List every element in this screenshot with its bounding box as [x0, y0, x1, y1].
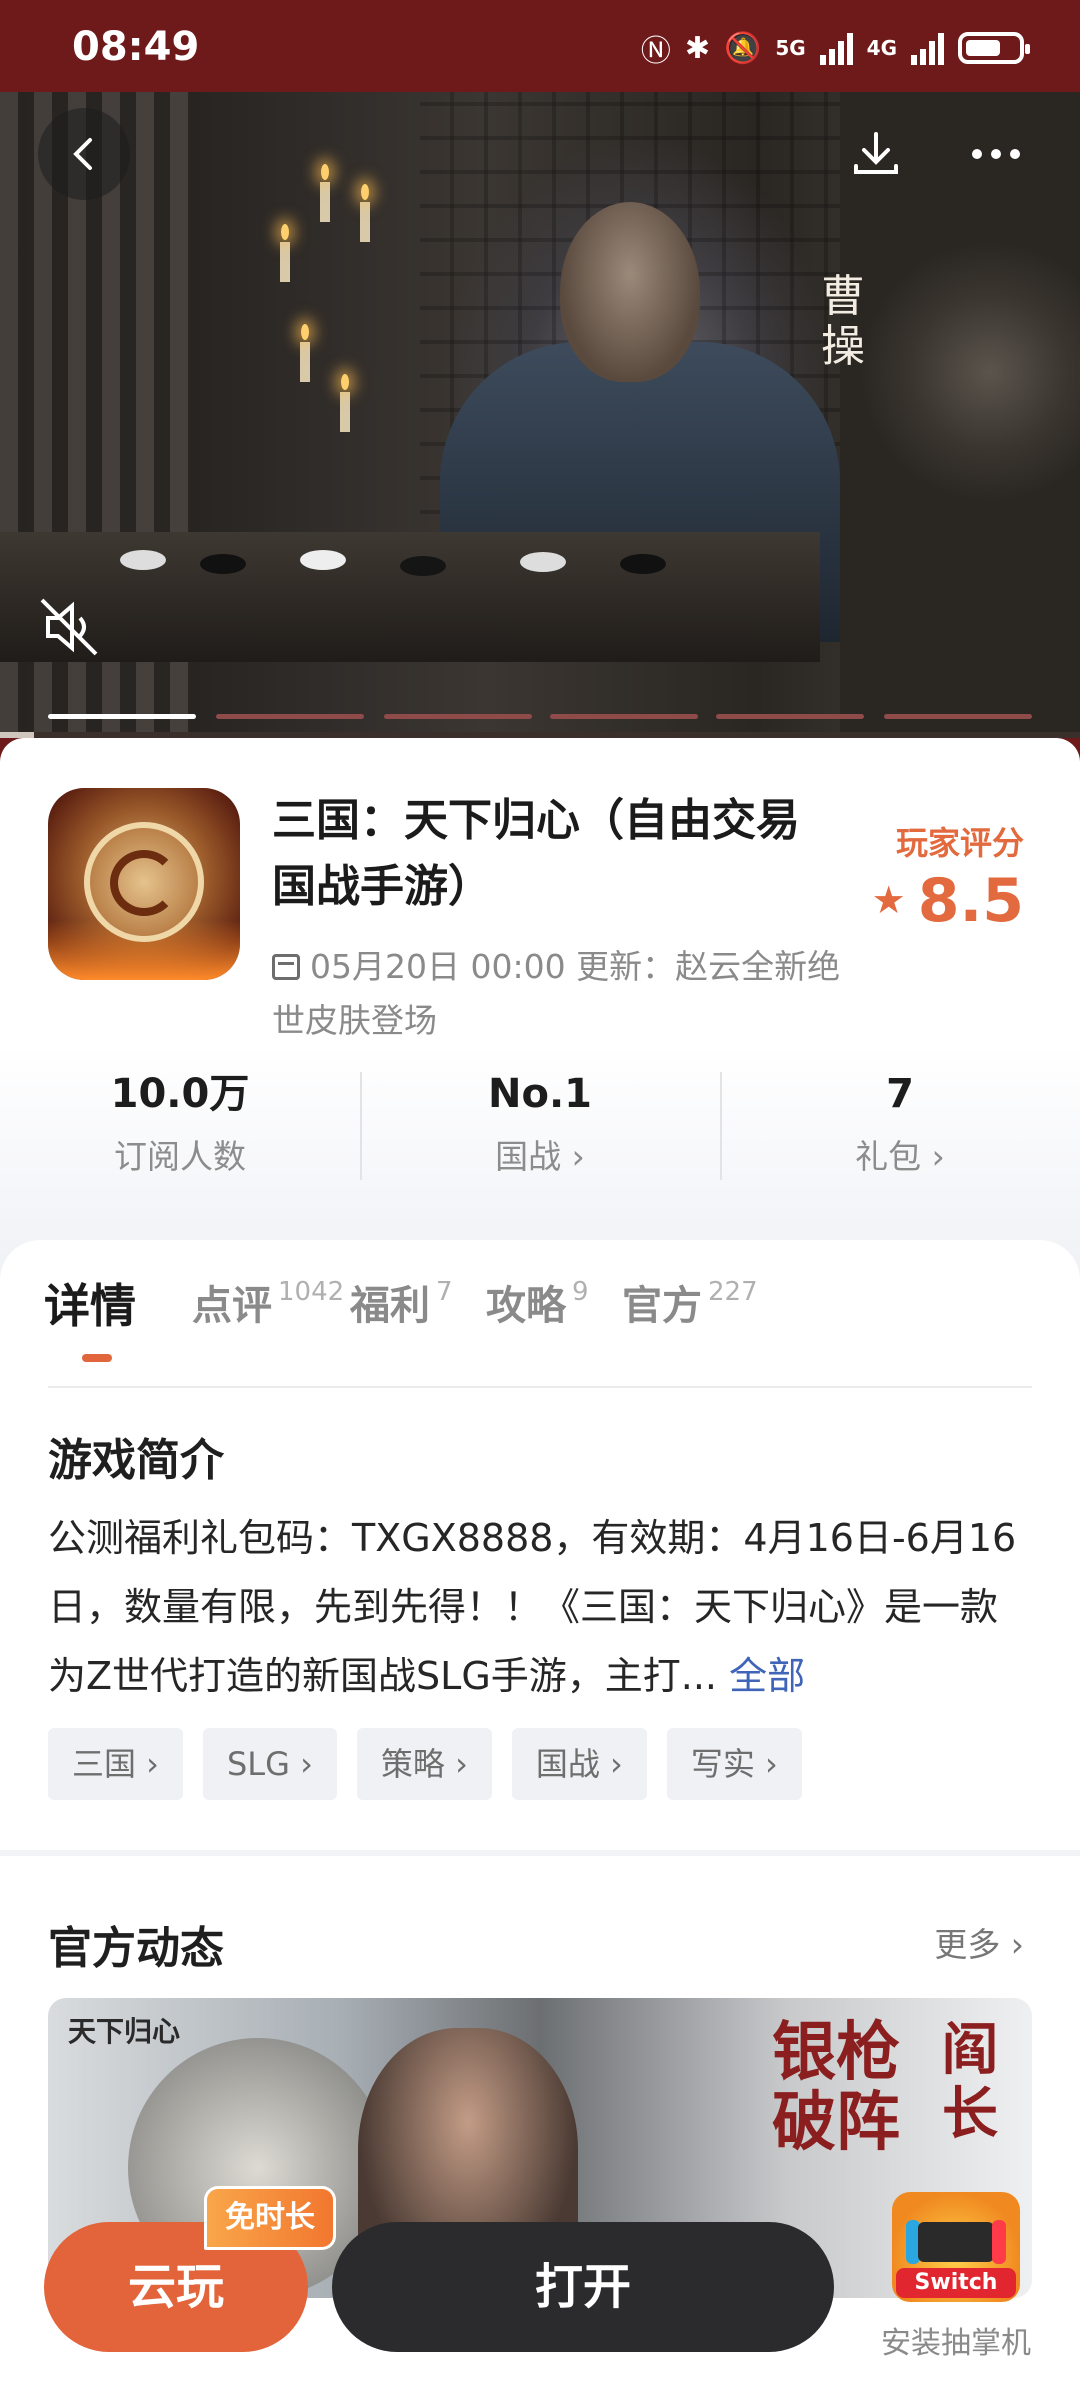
tab-bar: 详情 点评 1042 福利 7 攻略 9 官方 227 [44, 1276, 758, 1362]
back-arrow-icon [73, 138, 92, 170]
tab-welfare[interactable]: 福利 7 [350, 1276, 453, 1336]
candle-icon [320, 164, 330, 222]
more-dots-icon [972, 149, 1020, 159]
go-stone [300, 550, 346, 570]
go-stone [400, 556, 446, 576]
stat-value: No.1 [488, 1071, 592, 1117]
pager-segment-2[interactable] [216, 714, 364, 719]
signal-icon-2 [911, 31, 944, 65]
pager-segment-4[interactable] [550, 714, 698, 719]
calendar-icon [272, 954, 300, 980]
candle-icon [340, 374, 350, 432]
tab-official[interactable]: 官方 227 [622, 1276, 758, 1336]
star-icon: ★ [871, 878, 906, 922]
stat-label: 国战 › [495, 1137, 585, 1176]
signal-icon [819, 31, 853, 65]
official-title: 官方动态 [48, 1923, 224, 1974]
tab-label: 攻略 [486, 1283, 566, 1329]
tag-list: 三国 › SLG › 策略 › 国战 › 写实 › [48, 1728, 802, 1800]
tab-label: 官方 [622, 1283, 702, 1329]
tab-reviews[interactable]: 点评 1042 [192, 1276, 344, 1336]
player-rating[interactable]: 玩家评分 ★ 8.5 [872, 818, 1024, 936]
status-bar: 08:49 Ⓝ ✱ 🔕 5G 4G [0, 0, 1080, 92]
tag-sanguo[interactable]: 三国 › [48, 1728, 183, 1800]
free-duration-badge: 免时长 [204, 2186, 336, 2250]
tab-count: 7 [436, 1277, 453, 1307]
battery-icon [958, 32, 1030, 64]
switch-console-icon: Switch [892, 2192, 1020, 2302]
more-options-button[interactable] [950, 108, 1042, 200]
tab-label: 点评 [192, 1283, 272, 1329]
rating-label: 玩家评分 [895, 824, 1024, 862]
intro-text: 公测福利礼包码：TXGX8888，有效期：4月16日-6月16日，数量有限，先到… [48, 1504, 1032, 1711]
open-button[interactable]: 打开 [332, 2222, 834, 2352]
tab-label: 福利 [350, 1283, 430, 1329]
pager-segment-1[interactable] [48, 714, 196, 719]
banner-side-text: 阎长 [942, 2017, 998, 2147]
detail-panel: 详情 点评 1042 福利 7 攻略 9 官方 227 游戏简介 公测福利礼包码：TXG… [0, 1240, 1080, 1850]
stat-value: 10.0万 [110, 1071, 250, 1117]
go-stone [200, 554, 246, 574]
switch-giveaway-button[interactable]: Switch 安装抽掌机 [876, 2192, 1036, 2362]
switch-caption: 安装抽掌机 [881, 2326, 1031, 2361]
banner-logo: 天下归心 [68, 2015, 181, 2048]
update-info: 05月20日 00:00 更新：赵云全新绝世皮肤登场 [272, 940, 852, 1048]
nfc-icon: Ⓝ [640, 34, 671, 69]
go-stone [520, 552, 566, 572]
official-more-link[interactable]: 更多 › [934, 1918, 1024, 1966]
tag-strategy[interactable]: 策略 › [356, 1728, 492, 1800]
hero-go-board [0, 532, 820, 662]
mute-toggle-button[interactable] [36, 592, 106, 662]
rating-value: 8.5 [917, 866, 1024, 936]
status-time: 08:49 [72, 24, 200, 70]
tag-realistic[interactable]: 写实 › [666, 1728, 802, 1800]
pager-segment-3[interactable] [384, 714, 532, 719]
go-stone [120, 550, 166, 570]
stat-label: 礼包 › [855, 1137, 945, 1176]
tab-count: 9 [572, 1277, 589, 1307]
expand-all-link[interactable]: 全部 [729, 1654, 805, 1698]
status-icons: Ⓝ ✱ 🔕 5G 4G [640, 26, 1030, 70]
app-title: 三国：天下归心（自由交易国战手游） [272, 795, 800, 912]
pager-segment-6[interactable] [884, 714, 1032, 719]
hero-character-head [560, 202, 700, 382]
download-icon [854, 132, 898, 174]
bluetooth-icon: ✱ [684, 30, 710, 66]
go-stone [620, 554, 666, 574]
candle-icon [280, 224, 290, 282]
switch-badge: Switch [896, 2268, 1016, 2298]
stats-row: 10.0万 订阅人数 No.1 国战 › 7 礼包 › [0, 1068, 1080, 1188]
mute-bell-icon: 🔕 [723, 30, 762, 66]
hero-character-label: 曹操 [821, 271, 865, 372]
stat-gift-packs[interactable]: 7 礼包 › [720, 1068, 1080, 1188]
stat-label: 订阅人数 [114, 1137, 246, 1176]
app-icon [48, 788, 240, 980]
tab-label: 详情 [44, 1279, 136, 1333]
back-button[interactable] [38, 108, 130, 200]
tag-slg[interactable]: SLG › [202, 1728, 337, 1800]
pager-segment-5[interactable] [716, 714, 864, 719]
candle-icon [360, 184, 370, 242]
network-4g-label: 4G [866, 36, 897, 60]
stat-value: 7 [886, 1071, 914, 1117]
intro-title: 游戏简介 [48, 1435, 224, 1486]
tab-count: 1042 [278, 1277, 345, 1307]
speaker-muted-icon [40, 598, 98, 656]
intro-body: 公测福利礼包码：TXGX8888，有效期：4月16日-6月16日，数量有限，先到… [48, 1516, 1017, 1698]
stat-subscribers: 10.0万 订阅人数 [0, 1068, 360, 1188]
tab-divider [48, 1386, 1032, 1388]
stat-rank-guozhan[interactable]: No.1 国战 › [360, 1068, 720, 1188]
banner-headline: 银枪破阵 [772, 2015, 900, 2160]
tab-count: 227 [708, 1277, 758, 1307]
tag-guozhan[interactable]: 国战 › [511, 1728, 647, 1800]
tab-active-indicator [82, 1354, 112, 1362]
download-button[interactable] [830, 108, 922, 200]
hero-media[interactable]: 曹操 [0, 92, 1080, 738]
candle-icon [300, 324, 310, 382]
tab-details[interactable]: 详情 [44, 1276, 136, 1362]
update-text: 05月20日 00:00 更新：赵云全新绝世皮肤登场 [272, 947, 841, 1040]
network-5g-label: 5G [775, 36, 806, 60]
app-info-card: 三国：天下归心（自由交易国战手游） 05月20日 00:00 更新：赵云全新绝世… [0, 738, 1080, 1298]
tab-guides[interactable]: 攻略 9 [486, 1276, 589, 1336]
